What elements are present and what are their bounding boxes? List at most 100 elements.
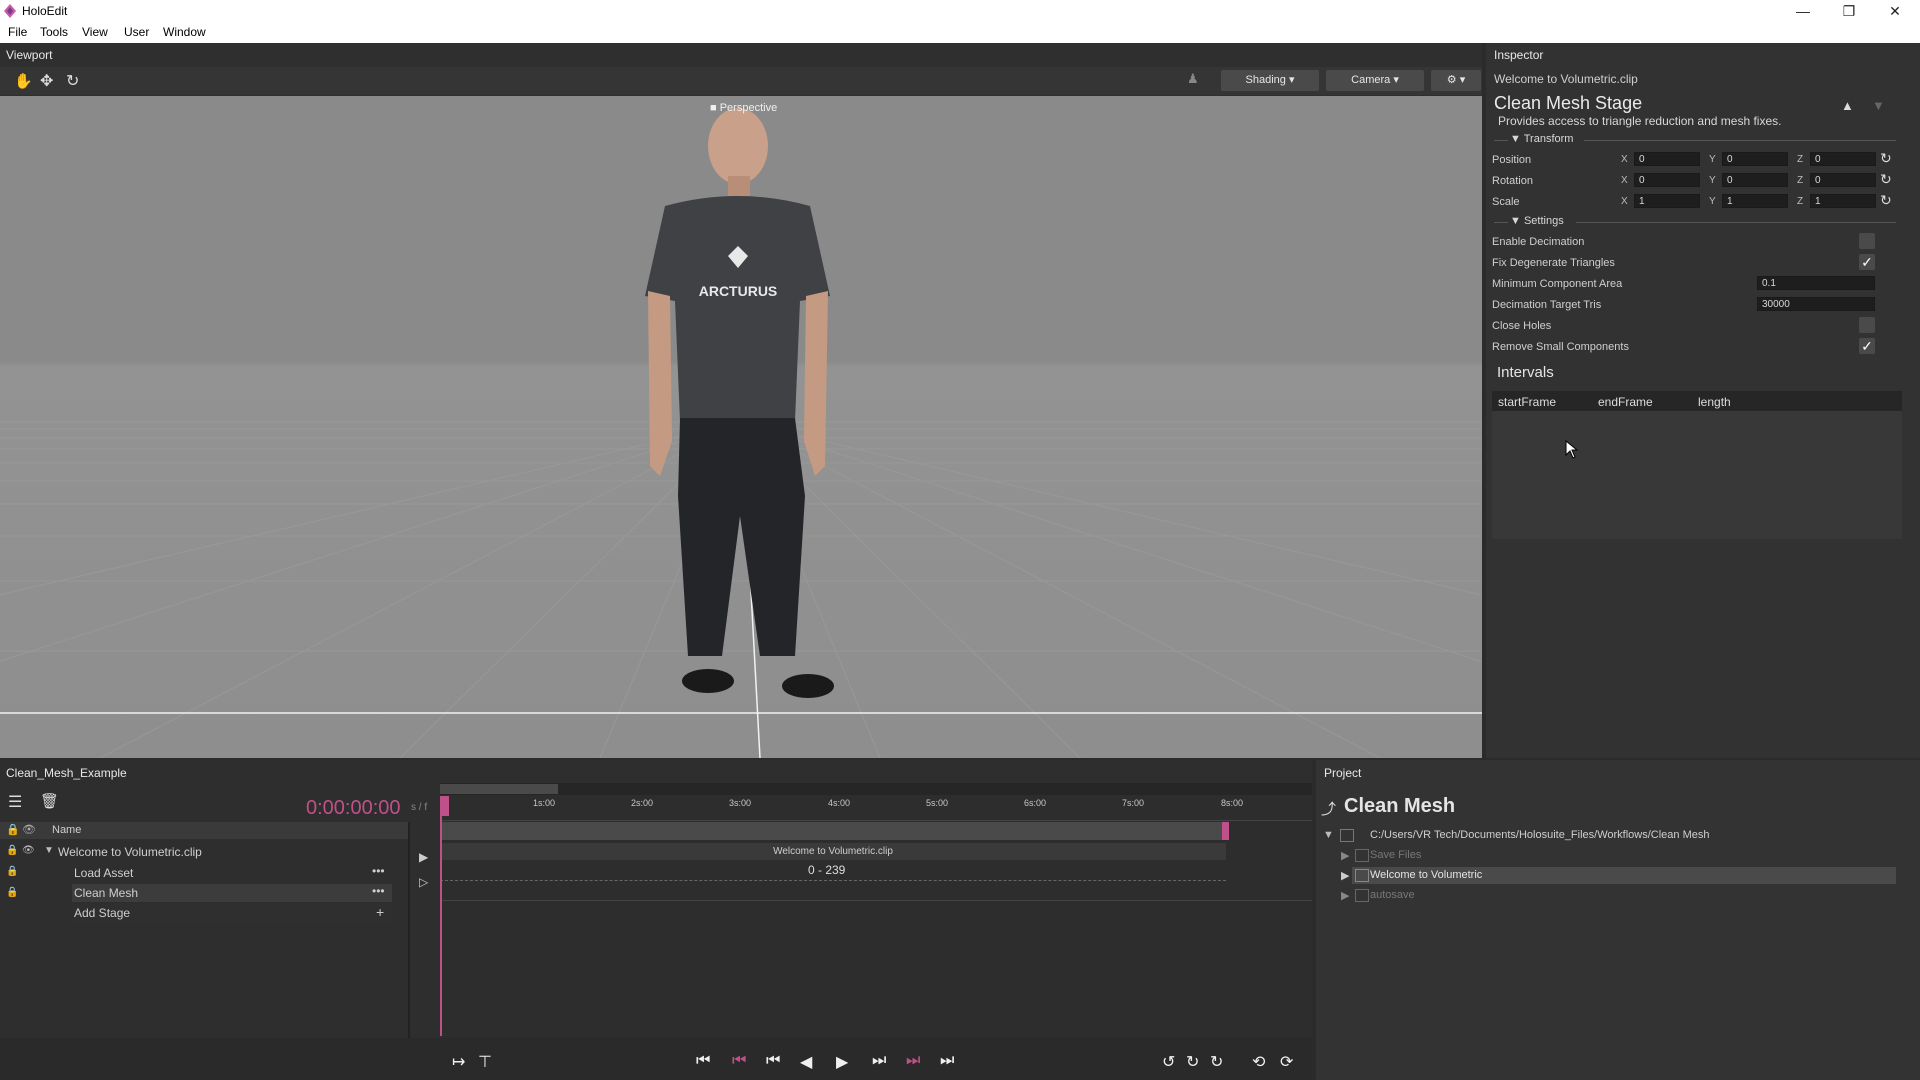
fix-degenerate-checkbox[interactable]: ✓ bbox=[1859, 254, 1875, 270]
close-holes-checkbox[interactable] bbox=[1859, 317, 1875, 333]
move-tool-icon[interactable]: ✥ bbox=[40, 71, 53, 91]
hand-tool-icon[interactable]: ✋ bbox=[14, 72, 33, 90]
eye-icon[interactable]: 👁 bbox=[22, 823, 36, 836]
intervals-list[interactable] bbox=[1492, 411, 1902, 539]
expand-icon[interactable]: ▼ bbox=[44, 845, 54, 856]
project-tab[interactable]: Project bbox=[1318, 764, 1361, 782]
decimation-target-field[interactable]: 30000 bbox=[1757, 297, 1875, 311]
menu-window[interactable]: Window bbox=[163, 25, 206, 39]
return-icon[interactable]: ⟳ bbox=[1280, 1052, 1293, 1072]
stage-row-load-asset[interactable]: 🔒 Load Asset ••• bbox=[0, 864, 400, 882]
play-marker-outline-icon[interactable]: ▷ bbox=[419, 875, 428, 889]
snap-plus-icon[interactable]: ↻ bbox=[1210, 1052, 1223, 1072]
transport-bar bbox=[0, 1038, 1312, 1080]
expand-icon[interactable]: ▶ bbox=[1341, 849, 1349, 862]
min-component-area-field[interactable]: 0.1 bbox=[1757, 276, 1875, 290]
more-options-icon[interactable]: ••• bbox=[372, 864, 385, 878]
more-options-icon[interactable]: ••• bbox=[372, 884, 385, 898]
open-folder-icon[interactable]: ⤴ bbox=[1321, 798, 1336, 819]
viewport-tab[interactable]: Viewport bbox=[0, 46, 52, 64]
lock-icon[interactable]: 🔒 bbox=[6, 887, 18, 898]
time-ruler[interactable] bbox=[440, 796, 1312, 821]
tree-item-autosave[interactable]: autosave bbox=[1370, 889, 1415, 901]
scrollbar-thumb[interactable] bbox=[440, 784, 558, 794]
rotation-x-field[interactable]: 0 bbox=[1634, 173, 1700, 187]
stage-row-clean-mesh[interactable]: Clean Mesh ••• bbox=[72, 884, 392, 902]
move-down-icon[interactable]: ▼ bbox=[1872, 98, 1885, 113]
camera-dropdown[interactable]: Camera ▾ bbox=[1326, 70, 1424, 91]
go-to-end-icon[interactable]: ⏭ bbox=[940, 1052, 954, 1070]
z-axis-label: Z bbox=[1797, 196, 1804, 207]
step-forward-icon[interactable]: ⏭ bbox=[872, 1052, 886, 1070]
plus-icon[interactable]: + bbox=[376, 904, 384, 920]
position-y-field[interactable]: 0 bbox=[1722, 152, 1788, 166]
expand-icon[interactable]: ▶ bbox=[1341, 889, 1349, 902]
maximize-button[interactable]: ❐ bbox=[1826, 0, 1872, 22]
settings-section-toggle[interactable]: ▼ Settings bbox=[1510, 215, 1564, 227]
fit-range-icon[interactable]: ↦ bbox=[452, 1052, 465, 1072]
expand-icon[interactable]: ▶ bbox=[1341, 869, 1349, 882]
previous-keyframe-icon[interactable]: ⏮ bbox=[732, 1052, 746, 1070]
timeline-scrollbar[interactable] bbox=[440, 783, 1312, 795]
reset-icon[interactable]: ↻ bbox=[1880, 192, 1892, 209]
volumetric-person: ARCTURUS bbox=[645, 108, 834, 698]
expand-icon[interactable]: ▼ bbox=[1323, 829, 1334, 841]
rotation-y-field[interactable]: 0 bbox=[1722, 173, 1788, 187]
go-to-start-icon[interactable]: ⏮ bbox=[696, 1052, 710, 1070]
tick-label: 2s:00 bbox=[631, 798, 654, 808]
eye-icon[interactable]: 👁 bbox=[22, 845, 35, 856]
timecode-unit[interactable]: s / f bbox=[411, 802, 427, 813]
play-reverse-icon[interactable]: ◀ bbox=[800, 1052, 812, 1072]
timeline-tab[interactable]: Clean_Mesh_Example bbox=[0, 764, 127, 782]
align-top-icon[interactable]: ⊤ bbox=[478, 1052, 492, 1072]
menu-user[interactable]: User bbox=[124, 25, 149, 39]
scale-y-field[interactable]: 1 bbox=[1722, 194, 1788, 208]
enable-decimation-checkbox[interactable] bbox=[1859, 233, 1875, 249]
lock-icon[interactable]: 🔒 bbox=[6, 845, 18, 856]
reset-icon[interactable]: ↻ bbox=[1880, 171, 1892, 188]
menu-view[interactable]: View bbox=[82, 25, 108, 39]
move-up-icon[interactable]: ▲ bbox=[1841, 98, 1854, 113]
clip-row[interactable]: 🔒 👁 ▼ Welcome to Volumetric.clip bbox=[0, 843, 408, 861]
play-icon[interactable]: ▶ bbox=[836, 1052, 848, 1072]
add-stage-row[interactable]: Add Stage + bbox=[72, 904, 392, 922]
menu-file[interactable]: File bbox=[8, 25, 27, 39]
lock-icon[interactable]: 🔒 bbox=[6, 866, 18, 877]
snap-alt-icon[interactable]: ↻ bbox=[1186, 1052, 1199, 1072]
clip-bar[interactable]: Welcome to Volumetric.clip bbox=[440, 843, 1226, 860]
timecode-display[interactable]: 0:00:00:00 bbox=[306, 797, 401, 820]
remove-small-components-checkbox[interactable]: ✓ bbox=[1859, 338, 1875, 354]
play-marker-icon[interactable]: ▶ bbox=[419, 850, 428, 864]
perspective-indicator: ■ Perspective bbox=[710, 102, 777, 114]
step-back-icon[interactable]: ⏮ bbox=[766, 1052, 780, 1070]
position-z-field[interactable]: 0 bbox=[1810, 152, 1876, 166]
shading-dropdown[interactable]: Shading ▾ bbox=[1221, 70, 1319, 91]
tree-item-welcome[interactable]: Welcome to Volumetric bbox=[1370, 869, 1482, 881]
snap-icon[interactable]: ↺ bbox=[1162, 1052, 1175, 1072]
minimize-button[interactable]: — bbox=[1780, 0, 1826, 22]
playhead-handle[interactable] bbox=[441, 796, 449, 816]
reset-icon[interactable]: ↻ bbox=[1880, 150, 1892, 167]
inspector-tab[interactable]: Inspector bbox=[1488, 46, 1543, 64]
loop-icon[interactable]: ⟲ bbox=[1252, 1052, 1265, 1072]
clip-range-bar[interactable] bbox=[440, 822, 1226, 840]
3d-viewport[interactable]: ARCTURUS ■ Perspective bbox=[0, 96, 1482, 758]
tick-label: 7s:00 bbox=[1122, 798, 1145, 808]
lock-icon[interactable]: 🔒 bbox=[6, 823, 20, 836]
add-track-icon[interactable]: ☰ bbox=[8, 792, 22, 812]
menu-tools[interactable]: Tools bbox=[40, 25, 68, 39]
viewport-settings-dropdown[interactable]: ⚙ ▾ bbox=[1431, 70, 1481, 91]
scale-z-field[interactable]: 1 bbox=[1810, 194, 1876, 208]
light-icon[interactable]: ♟ bbox=[1187, 71, 1199, 87]
tree-item-save-files[interactable]: Save Files bbox=[1370, 849, 1421, 861]
transform-section-toggle[interactable]: ▼ Transform bbox=[1510, 133, 1573, 145]
clip-end-handle[interactable] bbox=[1222, 822, 1229, 840]
rotation-z-field[interactable]: 0 bbox=[1810, 173, 1876, 187]
close-window-button[interactable]: ✕ bbox=[1872, 0, 1918, 22]
next-keyframe-icon[interactable]: ⏭ bbox=[906, 1052, 920, 1070]
scale-x-field[interactable]: 1 bbox=[1634, 194, 1700, 208]
position-x-field[interactable]: 0 bbox=[1634, 152, 1700, 166]
delete-icon[interactable]: 🗑 bbox=[40, 792, 59, 810]
rotate-tool-icon[interactable]: ↻ bbox=[66, 71, 79, 91]
playhead[interactable] bbox=[440, 796, 442, 1036]
